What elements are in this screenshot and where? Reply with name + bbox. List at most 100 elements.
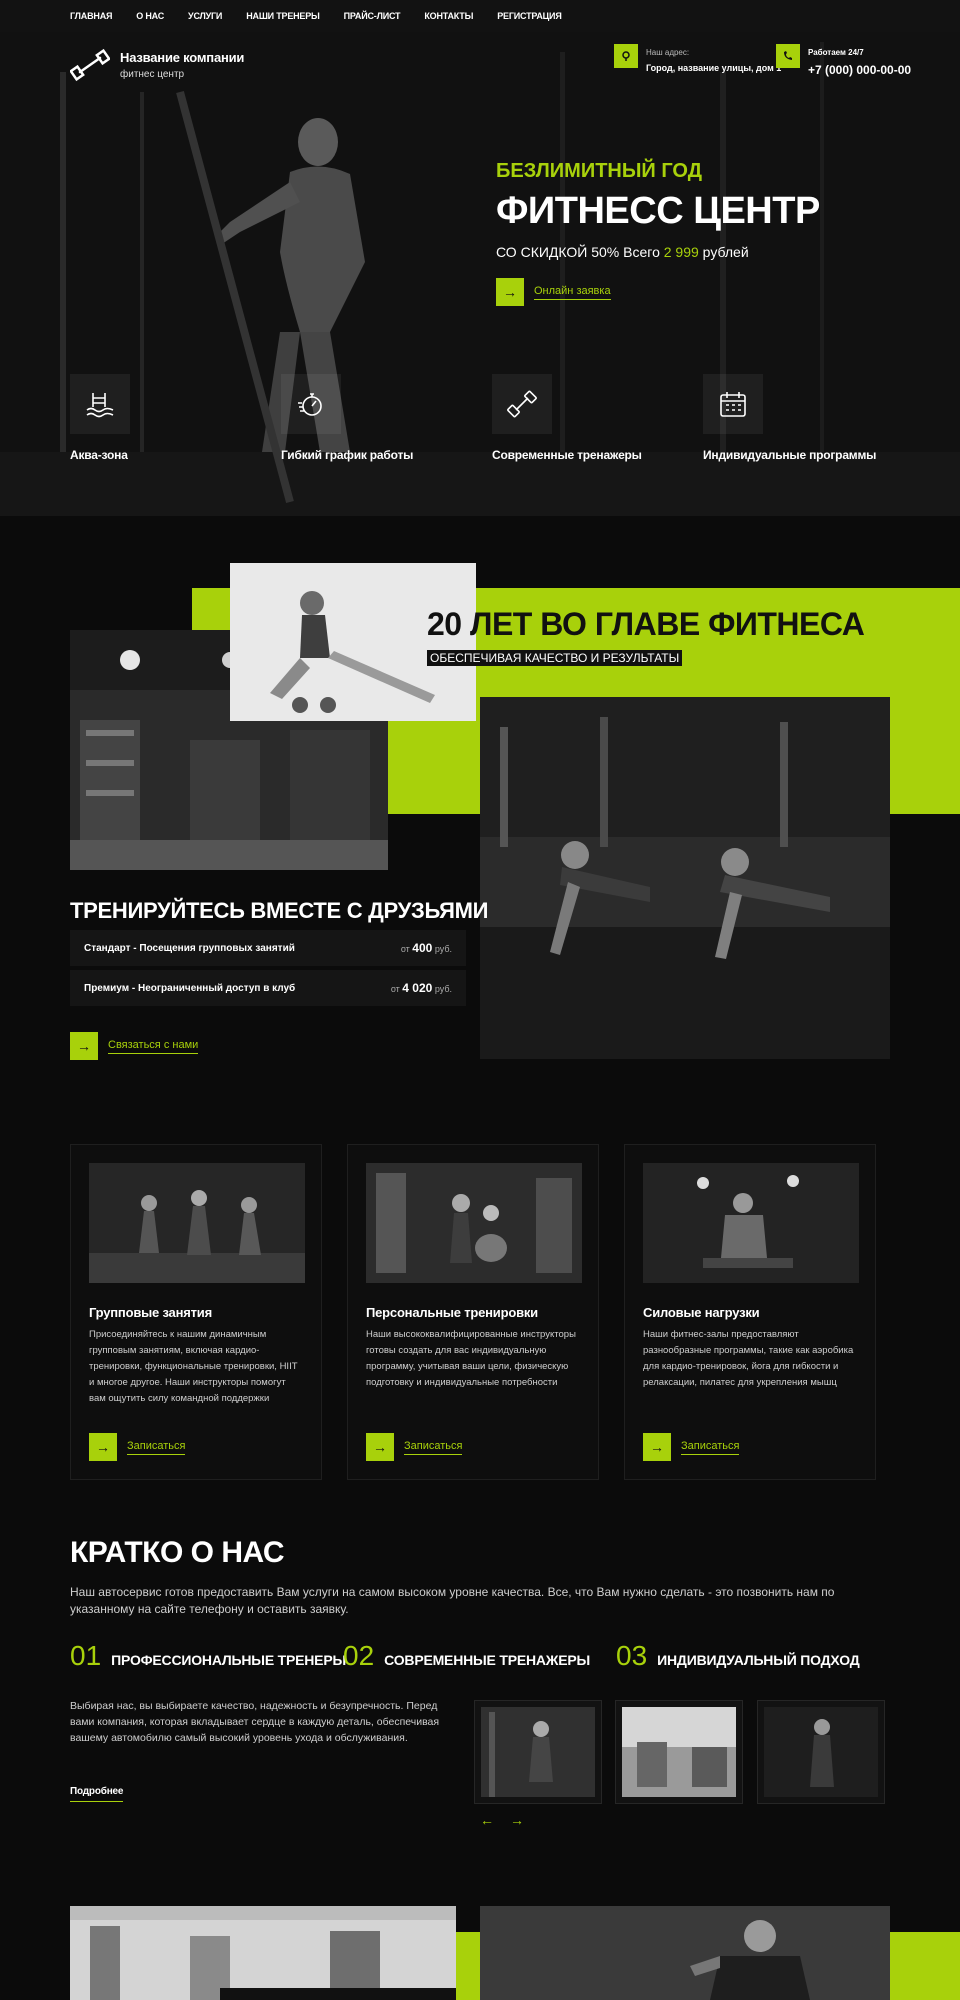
point-number: 02: [343, 1640, 375, 1671]
phone-icon: [776, 44, 800, 68]
gallery-thumb[interactable]: [757, 1700, 885, 1804]
dumbbell-icon: [492, 374, 552, 434]
about-subtitle: ОБЕСПЕЧИВАЯ КАЧЕСТВО И РЕЗУЛЬТАТЫ: [427, 650, 683, 666]
point-individual: 03 ИНДИВИДУАЛЬНЫЙ ПОДХОД: [616, 1640, 860, 1672]
accent-bottom-left: [456, 1932, 480, 2000]
arrow-right-icon: →: [366, 1433, 394, 1461]
service-description: Наши фитнес-залы предоставляют разнообра…: [643, 1329, 854, 1388]
plan-premium-name: Премиум - Неограниченный доступ в клуб: [84, 982, 296, 994]
nav-trainers[interactable]: НАШИ ТРЕНЕРЫ: [246, 11, 320, 21]
feature-schedule: Гибкий график работы: [281, 374, 492, 462]
brief-description: Наш автосервис готов предоставить Вам ус…: [70, 1585, 835, 1616]
athlete-woman-image: [480, 1906, 890, 2000]
address-label: Наш адрес:: [646, 48, 690, 57]
arrow-right-icon: →: [89, 1433, 117, 1461]
hero-offer-prefix: СО СКИДКОЙ 50% Всего: [496, 244, 664, 260]
feature-aqua-label: Аква-зона: [70, 448, 128, 462]
brief-text: Выбирая нас, вы выбираете качество, наде…: [70, 1700, 440, 1744]
plan-standard-unit: руб.: [434, 944, 452, 954]
service-card-group: Групповые занятия Присоединяйтесь к наши…: [70, 1144, 322, 1480]
company-subtitle: фитнес центр: [120, 69, 185, 80]
signup-label: Записаться: [681, 1440, 740, 1455]
signup-button[interactable]: → Записаться: [366, 1433, 463, 1461]
arrow-right-icon: →: [70, 1032, 98, 1060]
brand[interactable]: Название компании фитнес центр: [70, 48, 244, 82]
brief-title: КРАТКО О НАС: [70, 1536, 285, 1569]
point-label: ИНДИВИДУАЛЬНЫЙ ПОДХОД: [657, 1652, 860, 1668]
hero-offer-price: 2 999: [663, 244, 699, 260]
online-request-label: Онлайн заявка: [534, 285, 611, 300]
plan-standard-amount: 400: [412, 941, 433, 955]
nav-home[interactable]: ГЛАВНАЯ: [70, 11, 112, 21]
pool-icon: [70, 374, 130, 434]
feature-programs-label: Индивидуальные программы: [703, 448, 877, 462]
address-block: Наш адрес: Город, название улицы, дом 1: [614, 44, 781, 73]
service-description: Наши высококвалифицированные инструкторы…: [366, 1329, 576, 1388]
point-label: ПРОФЕССИОНАЛЬНЫЕ ТРЕНЕРЫ: [111, 1652, 346, 1668]
arrow-right-icon: →: [643, 1433, 671, 1461]
plan-standard[interactable]: Стандарт - Посещения групповых занятий о…: [70, 930, 466, 966]
feature-schedule-label: Гибкий график работы: [281, 448, 414, 462]
plan-premium-unit: руб.: [434, 984, 452, 994]
more-link[interactable]: Подробнее: [70, 1786, 123, 1802]
nav-contacts[interactable]: КОНТАКТЫ: [424, 11, 473, 21]
point-trainers: 01 ПРОФЕССИОНАЛЬНЫЕ ТРЕНЕРЫ: [70, 1640, 346, 1672]
phone-block: Работаем 24/7 +7 (000) 000-00-00: [776, 44, 911, 77]
signup-label: Записаться: [404, 1440, 463, 1455]
stopwatch-icon: [281, 374, 341, 434]
calendar-icon: [703, 374, 763, 434]
dumbbell-logo-icon: [70, 48, 110, 82]
train-together-title: ТРЕНИРУЙТЕСЬ ВМЕСТЕ С ДРУЗЬЯМИ: [70, 898, 489, 923]
service-title: Групповые занятия: [89, 1305, 212, 1320]
address-value: Город, название улицы, дом 1: [646, 63, 782, 73]
plan-standard-name: Стандарт - Посещения групповых занятий: [84, 942, 295, 954]
point-number: 03: [616, 1640, 648, 1671]
nav-registration[interactable]: РЕГИСТРАЦИЯ: [497, 11, 562, 21]
service-card-strength: Силовые нагрузки Наши фитнес-залы предос…: [624, 1144, 876, 1480]
gallery-prev-arrow-icon[interactable]: ←: [480, 1812, 494, 1828]
contact-us-label: Связаться с нами: [108, 1039, 199, 1054]
gym-hall-image: [70, 1906, 456, 2000]
phone-number[interactable]: +7 (000) 000-00-00: [808, 63, 911, 77]
nav-about[interactable]: О НАС: [136, 11, 164, 21]
hero-kicker: БЕЗЛИМИТНЫЙ ГОД: [496, 160, 702, 182]
nav-prices[interactable]: ПРАЙС-ЛИСТ: [344, 11, 401, 21]
hero-offer: СО СКИДКОЙ 50% Всего 2 999 рублей: [496, 244, 749, 260]
point-label: СОВРЕМЕННЫЕ ТРЕНАЖЕРЫ: [384, 1652, 591, 1668]
contact-us-button[interactable]: → Связаться с нами: [70, 1032, 199, 1060]
hero-offer-suffix: рублей: [698, 244, 749, 260]
company-name: Название компании: [120, 50, 245, 65]
service-title: Персональные тренировки: [366, 1305, 538, 1320]
nav-services[interactable]: УСЛУГИ: [188, 11, 222, 21]
plan-standard-from: от: [400, 944, 410, 954]
features-row: Аква-зона Гибкий график работы Современн…: [70, 374, 914, 462]
location-icon: [614, 44, 638, 68]
service-card-personal: Персональные тренировки Наши высококвали…: [347, 1144, 599, 1480]
signup-label: Записаться: [127, 1440, 186, 1455]
service-title: Силовые нагрузки: [643, 1305, 760, 1320]
plan-premium-from: от: [390, 984, 400, 994]
online-request-button[interactable]: → Онлайн заявка: [496, 278, 611, 306]
feature-equipment-label: Современные тренажеры: [492, 448, 642, 462]
plan-premium[interactable]: Премиум - Неограниченный доступ в клуб о…: [70, 970, 466, 1006]
signup-button[interactable]: → Записаться: [89, 1433, 186, 1461]
group-classes-image: [89, 1163, 305, 1283]
strength-training-image: [643, 1163, 859, 1283]
feature-programs: Индивидуальные программы: [703, 374, 914, 462]
plan-standard-price: от 400 руб.: [401, 941, 452, 955]
signup-button[interactable]: → Записаться: [643, 1433, 740, 1461]
point-number: 01: [70, 1640, 102, 1671]
top-nav: ГЛАВНАЯ О НАС УСЛУГИ НАШИ ТРЕНЕРЫ ПРАЙС-…: [0, 0, 960, 32]
gallery-thumb[interactable]: [474, 1700, 602, 1804]
accent-bottom-right: [890, 1932, 960, 2000]
plan-premium-price: от 4 020 руб.: [391, 981, 452, 995]
couple-pushups-image: [480, 697, 890, 1059]
service-description: Присоединяйтесь к нашим динамичным групп…: [89, 1329, 298, 1404]
gallery-thumb[interactable]: [615, 1700, 743, 1804]
hero-section: Название компании фитнес центр Наш адрес…: [0, 32, 960, 516]
arrow-right-icon: →: [496, 278, 524, 306]
personal-training-image: [366, 1163, 582, 1283]
about-title: 20 ЛЕТ ВО ГЛАВЕ ФИТНЕСА: [427, 606, 865, 642]
hero-title: ФИТНЕСС ЦЕНТР: [496, 190, 820, 232]
gallery-next-arrow-icon[interactable]: →: [510, 1812, 524, 1828]
